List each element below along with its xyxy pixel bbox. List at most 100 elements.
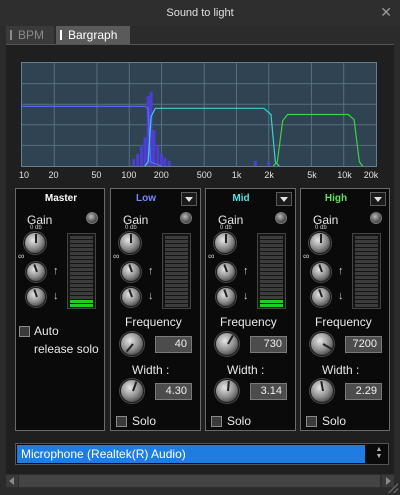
gain-knob[interactable] <box>24 232 46 254</box>
meter-segment <box>260 260 283 263</box>
attack-knob[interactable] <box>216 262 236 282</box>
frequency-label: Frequency <box>315 315 372 329</box>
meter-segment <box>165 264 188 267</box>
spectrum-bar <box>143 137 147 166</box>
horizontal-scrollbar[interactable] <box>6 474 394 488</box>
spectrum-bar <box>156 145 160 166</box>
meter-segment <box>355 304 378 307</box>
meter-segment <box>70 280 93 283</box>
up-arrow-icon: ↑ <box>338 265 344 277</box>
gain-knob[interactable] <box>309 232 331 254</box>
meter-segment <box>260 236 283 239</box>
spectrum-bar <box>132 158 136 166</box>
solo-label: Solo <box>322 414 347 428</box>
release-knob[interactable] <box>121 287 141 307</box>
solo-label: Solo <box>132 414 157 428</box>
width-value[interactable]: 3.14 <box>250 383 287 400</box>
meter-segment <box>260 252 283 255</box>
down-arrow-icon: ↓ <box>338 290 344 302</box>
tab-bargraph[interactable]: Bargraph <box>56 26 130 44</box>
solo-checkbox[interactable] <box>211 416 222 427</box>
width-knob[interactable] <box>215 379 239 403</box>
freq-axis-label: 50 <box>91 170 102 180</box>
auto-label: Auto <box>34 324 59 338</box>
meter-segment <box>165 260 188 263</box>
spectrum-bar <box>139 145 143 166</box>
meter-segment <box>260 296 283 299</box>
width-value[interactable]: 2.29 <box>345 383 382 400</box>
meter-segment <box>260 276 283 279</box>
release-knob[interactable] <box>311 287 331 307</box>
meter-segment <box>165 288 188 291</box>
frequency-value[interactable]: 730 <box>250 336 287 353</box>
band-dropdown[interactable] <box>276 192 292 206</box>
meter-segment <box>70 248 93 251</box>
meter-segment <box>70 272 93 275</box>
db-label: 0 db <box>220 225 232 231</box>
release-knob[interactable] <box>26 287 46 307</box>
solo-checkbox[interactable] <box>306 416 317 427</box>
high-band-curve <box>272 113 364 166</box>
freq-axis-label: 20 <box>48 170 59 180</box>
solo-checkbox[interactable] <box>116 416 127 427</box>
band-title: High <box>324 193 348 204</box>
frequency-value[interactable]: 40 <box>155 336 192 353</box>
release-knob[interactable] <box>216 287 236 307</box>
freq-axis-label: 100 <box>121 170 137 180</box>
spinner-icon[interactable]: ▲ ▼ <box>372 446 386 462</box>
window-title: Sound to light <box>166 7 234 19</box>
meter-segment <box>355 268 378 271</box>
gain-knob[interactable] <box>214 232 236 254</box>
meter-segment <box>355 288 378 291</box>
meter-segment <box>70 276 93 279</box>
auto-release-solo-checkbox[interactable] <box>19 326 30 337</box>
meter-segment <box>70 296 93 299</box>
audio-device-select[interactable]: Microphone (Realtek(R) Audio) ▲ ▼ <box>15 443 389 465</box>
down-arrow-icon: ↓ <box>53 290 59 302</box>
width-knob[interactable] <box>310 379 334 403</box>
meter-segment <box>70 292 93 295</box>
db-label: 0 db <box>125 225 137 231</box>
attack-knob[interactable] <box>121 262 141 282</box>
meter-segment <box>355 236 378 239</box>
meter-segment <box>260 244 283 247</box>
meter-segment <box>165 284 188 287</box>
selected-device[interactable]: Microphone (Realtek(R) Audio) <box>17 445 365 463</box>
meter-segment <box>355 248 378 251</box>
frequency-label: Frequency <box>125 315 182 329</box>
meter-segment <box>165 268 188 271</box>
width-value[interactable]: 4.30 <box>155 383 192 400</box>
frequency-knob[interactable] <box>215 332 239 356</box>
meter-segment <box>165 292 188 295</box>
frequency-value[interactable]: 7200 <box>345 336 382 353</box>
close-icon[interactable]: ✕ <box>380 5 392 19</box>
spectrum-bar <box>152 129 156 166</box>
frequency-knob[interactable] <box>120 332 144 356</box>
meter-segment <box>355 240 378 243</box>
meter-segment <box>260 240 283 243</box>
meter-segment <box>165 300 188 303</box>
level-meter <box>162 233 191 309</box>
meter-segment <box>70 236 93 239</box>
meter-segment <box>70 244 93 247</box>
attack-knob[interactable] <box>311 262 331 282</box>
level-meter <box>257 233 286 309</box>
band-dropdown[interactable] <box>181 192 197 206</box>
meter-segment <box>70 240 93 243</box>
scroll-left-button[interactable] <box>6 475 18 487</box>
band-dropdown[interactable] <box>370 192 386 206</box>
width-knob[interactable] <box>120 379 144 403</box>
frequency-knob[interactable] <box>310 332 334 356</box>
scrollbar-thumb[interactable] <box>19 475 380 487</box>
meter-segment <box>260 284 283 287</box>
gain-knob[interactable] <box>119 232 141 254</box>
band-mid: Mid Gain 0 db ∞ ↑ ↓ Frequency 730 Width … <box>205 188 296 431</box>
tab-bpm[interactable]: BPM <box>6 26 54 44</box>
spectrum-bar <box>136 153 140 166</box>
attack-knob[interactable] <box>26 262 46 282</box>
down-arrow-icon: ↓ <box>243 290 249 302</box>
indicator-led <box>370 212 382 224</box>
resize-grip-icon[interactable] <box>388 483 398 493</box>
spectrum-bar <box>163 157 167 166</box>
infinity-icon: ∞ <box>113 251 120 261</box>
